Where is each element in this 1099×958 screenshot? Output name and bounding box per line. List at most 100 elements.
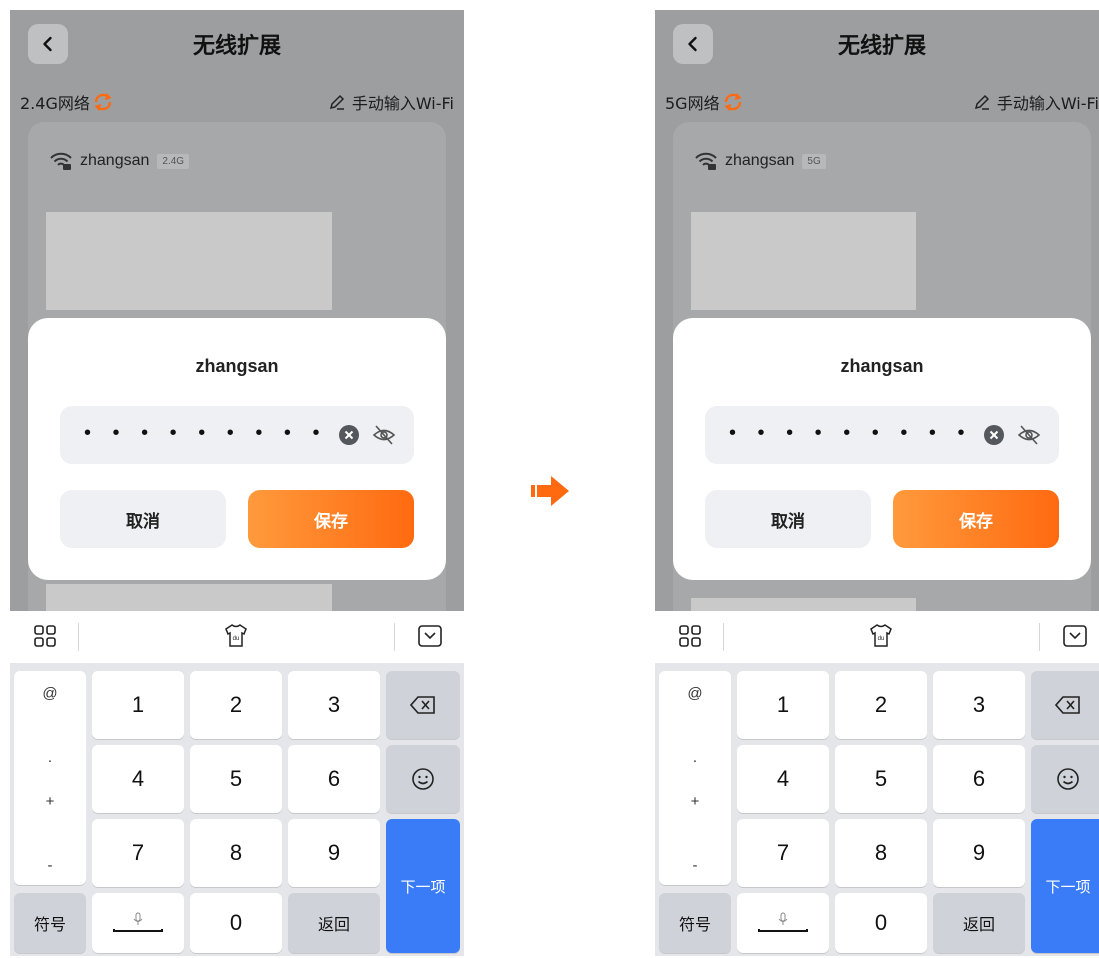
tshirt-icon[interactable]: du — [867, 623, 895, 649]
key-7[interactable]: 7 — [737, 819, 829, 887]
grid-icon[interactable] — [679, 625, 701, 647]
key-5[interactable]: 5 — [190, 745, 282, 813]
phone-screen-2g: 无线扩展 2.4G网络 手动输入Wi-Fi zhangsan 2.4G zhan… — [10, 10, 464, 956]
key-6[interactable]: 6 — [288, 745, 380, 813]
eye-off-icon[interactable] — [1017, 423, 1041, 447]
dialog-title: zhangsan — [195, 356, 279, 376]
save-button[interactable]: 保存 — [248, 490, 414, 548]
backspace-key[interactable] — [1031, 671, 1099, 739]
band-row: 2.4G网络 手动输入Wi-Fi — [10, 84, 464, 114]
key-at[interactable]: @ — [659, 685, 731, 702]
refresh-icon[interactable] — [92, 91, 114, 113]
manual-entry-link[interactable]: 手动输入Wi-Fi — [973, 90, 1099, 114]
refresh-icon[interactable] — [722, 91, 744, 113]
toolbar-divider — [78, 623, 79, 651]
key-9[interactable]: 9 — [933, 819, 1025, 887]
wifi-ssid: zhangsan — [80, 152, 150, 169]
manual-entry-link[interactable]: 手动输入Wi-Fi — [328, 90, 454, 114]
svg-text:du: du — [233, 636, 240, 642]
key-4[interactable]: 4 — [737, 745, 829, 813]
key-7[interactable]: 7 — [92, 819, 184, 887]
wifi-ssid: zhangsan — [725, 152, 795, 169]
eye-off-icon[interactable] — [372, 423, 396, 447]
key-5[interactable]: 5 — [835, 745, 927, 813]
return-key[interactable]: 返回 — [933, 893, 1025, 953]
backspace-key[interactable] — [386, 671, 460, 739]
symbol-column[interactable]: @ . + - — [659, 671, 731, 885]
content-placeholder — [691, 212, 916, 310]
space-glyph — [113, 912, 163, 934]
clear-icon[interactable] — [338, 424, 360, 446]
keyboard-collapse-icon[interactable] — [418, 625, 442, 647]
content-placeholder — [46, 212, 332, 310]
key-1[interactable]: 1 — [92, 671, 184, 739]
symbol-key[interactable]: 符号 — [14, 893, 86, 953]
band-label: 5G网络 — [665, 94, 720, 113]
key-2[interactable]: 2 — [190, 671, 282, 739]
key-0[interactable]: 0 — [190, 893, 282, 953]
backspace-icon — [1055, 696, 1080, 714]
grid-icon[interactable] — [34, 625, 56, 647]
key-dot[interactable]: . — [659, 749, 731, 766]
clear-icon[interactable] — [983, 424, 1005, 446]
svg-text:du: du — [878, 636, 885, 642]
cancel-button[interactable]: 取消 — [60, 490, 226, 548]
symbol-key[interactable]: 符号 — [659, 893, 731, 953]
key-4[interactable]: 4 — [92, 745, 184, 813]
space-glyph — [758, 912, 808, 934]
emoji-key[interactable] — [386, 745, 460, 813]
space-key[interactable] — [92, 893, 184, 953]
emoji-key[interactable] — [1031, 745, 1099, 813]
symbol-column[interactable]: @ . + - — [14, 671, 86, 885]
key-dot[interactable]: . — [14, 749, 86, 766]
password-dialog: zhangsan • • • • • • • • • 取消 保存 — [28, 318, 446, 580]
save-button[interactable]: 保存 — [893, 490, 1059, 548]
backspace-icon — [410, 696, 435, 714]
password-value: • • • • • • • • • — [84, 422, 328, 444]
navbar: 无线扩展 — [655, 10, 1099, 72]
numeric-keyboard: @ . + - 1 2 3 4 5 6 7 8 9 下一项 符号 0 返回 — [655, 663, 1099, 956]
toolbar-divider — [1039, 623, 1040, 651]
key-minus[interactable]: - — [14, 857, 86, 874]
key-3[interactable]: 3 — [933, 671, 1025, 739]
wifi-icon — [50, 152, 72, 170]
key-3[interactable]: 3 — [288, 671, 380, 739]
password-field[interactable]: • • • • • • • • • — [705, 406, 1059, 464]
password-field[interactable]: • • • • • • • • • — [60, 406, 414, 464]
space-key[interactable] — [737, 893, 829, 953]
wifi-network-row[interactable]: zhangsan 5G — [695, 152, 826, 170]
arrow-right-icon — [531, 476, 569, 506]
key-at[interactable]: @ — [14, 685, 86, 702]
emoji-icon — [412, 768, 434, 790]
tshirt-icon[interactable]: du — [222, 623, 250, 649]
key-minus[interactable]: - — [659, 857, 731, 874]
phone-screen-5g: 无线扩展 5G网络 手动输入Wi-Fi zhangsan 5G zhangsan… — [655, 10, 1099, 956]
key-8[interactable]: 8 — [190, 819, 282, 887]
key-9[interactable]: 9 — [288, 819, 380, 887]
band-badge: 2.4G — [157, 153, 190, 169]
key-8[interactable]: 8 — [835, 819, 927, 887]
next-key[interactable]: 下一项 — [386, 819, 460, 953]
cancel-button[interactable]: 取消 — [705, 490, 871, 548]
next-key[interactable]: 下一项 — [1031, 819, 1099, 953]
key-0[interactable]: 0 — [835, 893, 927, 953]
manual-entry-label: 手动输入Wi-Fi — [996, 94, 1099, 113]
manual-entry-label: 手动输入Wi-Fi — [351, 94, 454, 113]
password-value: • • • • • • • • • — [729, 422, 973, 444]
key-6[interactable]: 6 — [933, 745, 1025, 813]
band-selector[interactable]: 5G网络 — [665, 90, 744, 114]
band-selector[interactable]: 2.4G网络 — [20, 90, 114, 114]
keyboard-collapse-icon[interactable] — [1063, 625, 1087, 647]
keyboard-toolbar: du — [655, 611, 1099, 663]
key-1[interactable]: 1 — [737, 671, 829, 739]
return-key[interactable]: 返回 — [288, 893, 380, 953]
wifi-network-row[interactable]: zhangsan 2.4G — [50, 152, 190, 170]
space-bar-glyph — [113, 929, 163, 932]
key-plus[interactable]: + — [659, 793, 731, 810]
band-badge: 5G — [802, 153, 826, 169]
key-plus[interactable]: + — [14, 793, 86, 810]
keyboard-toolbar: du — [10, 611, 464, 663]
key-2[interactable]: 2 — [835, 671, 927, 739]
numeric-keyboard: @ . + - 1 2 3 4 5 6 7 8 9 下一项 符号 0 返回 — [10, 663, 464, 956]
password-dialog: zhangsan • • • • • • • • • 取消 保存 — [673, 318, 1091, 580]
